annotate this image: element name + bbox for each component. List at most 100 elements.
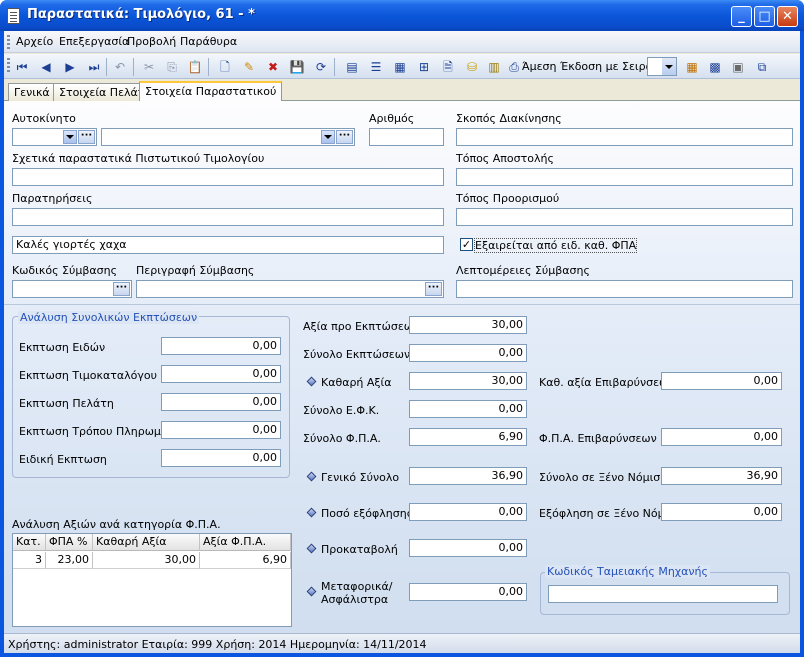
remarks-text-input[interactable]: Καλές γιορτές χαχα <box>12 236 444 254</box>
table-cell[interactable]: 6,90 <box>200 552 291 569</box>
advance-field[interactable]: 0,00 <box>409 539 527 557</box>
previous-record-icon[interactable]: ◀ <box>38 59 54 75</box>
grand-total-field[interactable]: 36,90 <box>409 467 527 485</box>
destination-input[interactable] <box>456 208 793 226</box>
discount-payment-input[interactable]: 0,00 <box>161 421 281 439</box>
delete-icon[interactable]: ✖ <box>265 59 281 75</box>
vehicle-name-select[interactable]: ··· <box>101 128 355 146</box>
cash-register-title: Κωδικός Ταμειακής Μηχανής <box>545 565 710 578</box>
status-bar: Χρήστης: administrator Εταιρία: 999 Χρήσ… <box>4 633 800 653</box>
discount-special-input[interactable]: 0,00 <box>161 449 281 467</box>
vat-exempt-checkbox[interactable]: ✓ <box>460 238 473 251</box>
title-bar[interactable]: Παραστατικά: Τιμολόγιο, 61 - * _ □ ✕ <box>0 0 804 31</box>
undo-icon[interactable]: ↶ <box>112 59 128 75</box>
dispatch-place-input[interactable] <box>456 168 793 186</box>
value-before-discount-field[interactable]: 30,00 <box>409 316 527 334</box>
document-icon[interactable]: 🗎 <box>440 59 456 75</box>
vat-analysis-table[interactable]: Κατ. ΦΠΑ % Καθαρή Αξία Αξία Φ.Π.Α. 3 23,… <box>12 533 292 627</box>
edit-document-icon[interactable]: ✎ <box>241 59 257 75</box>
tab-document-details[interactable]: Στοιχεία Παραστατικού <box>139 81 283 102</box>
menu-view[interactable]: Προβολή <box>127 35 176 48</box>
number-label: Αριθμός <box>369 112 415 125</box>
refresh-icon[interactable]: ⟳ <box>313 59 329 75</box>
section-divider <box>4 304 800 305</box>
discount-customer-input[interactable]: 0,00 <box>161 393 281 411</box>
freight-field[interactable]: 0,00 <box>409 583 527 601</box>
list-icon[interactable]: ☰ <box>368 59 384 75</box>
remarks-input[interactable] <box>12 208 444 226</box>
contract-code-label: Κωδικός Σύμβασης <box>12 264 118 277</box>
net-surcharges-field[interactable]: 0,00 <box>661 372 782 390</box>
menu-edit[interactable]: Επεξεργασία <box>59 35 129 48</box>
ellipsis-button[interactable]: ··· <box>336 130 353 144</box>
contract-details-input[interactable] <box>456 280 793 298</box>
minimize-button[interactable]: _ <box>731 6 752 27</box>
vat-analysis-title: Ανάλυση Αξιών ανά κατηγορία Φ.Π.Α. <box>12 518 221 531</box>
column-header-vat-rate[interactable]: ΦΠΑ % <box>46 534 93 551</box>
purpose-input[interactable] <box>456 128 793 146</box>
table-cell[interactable]: 23,00 <box>46 552 93 569</box>
column-header-net-value[interactable]: Καθαρή Αξία <box>93 534 200 551</box>
form-icon[interactable]: ▤ <box>344 59 360 75</box>
column-header-vat-value[interactable]: Αξία Φ.Π.Α. <box>200 534 291 551</box>
foreign-total-field[interactable]: 36,90 <box>661 467 782 485</box>
discount-pricelist-input[interactable]: 0,00 <box>161 365 281 383</box>
column-header-category[interactable]: Κατ. <box>13 534 46 551</box>
contract-desc-label: Περιγραφή Σύμβασης <box>136 264 255 277</box>
direct-issue-label: Άμεση Έκδοση με Σειρά: <box>522 60 657 73</box>
cut-icon[interactable]: ✂ <box>141 59 157 75</box>
maximize-button[interactable]: □ <box>754 6 775 27</box>
toolbar-separator <box>334 58 335 76</box>
diamond-icon <box>306 376 317 387</box>
discount-items-input[interactable]: 0,00 <box>161 337 281 355</box>
number-input[interactable] <box>369 128 444 146</box>
vehicle-code-select[interactable]: ··· <box>12 128 97 146</box>
copy-page-icon[interactable]: ⧉ <box>754 59 770 75</box>
chevron-down-icon[interactable] <box>662 58 676 75</box>
contract-desc-input[interactable]: ··· <box>136 280 444 298</box>
table-cell[interactable]: 30,00 <box>93 552 200 569</box>
vat-exempt-label[interactable]: Εξαιρείται από ειδ. καθ. ΦΠΑ <box>473 238 638 253</box>
ellipsis-button[interactable]: ··· <box>78 130 95 144</box>
excise-total-field[interactable]: 0,00 <box>409 400 527 418</box>
grid-icon[interactable]: ▦ <box>392 59 408 75</box>
total-discount-field[interactable]: 0,00 <box>409 344 527 362</box>
tab-general[interactable]: Γενικά <box>8 83 56 101</box>
copy-icon[interactable]: ⎘ <box>164 59 180 75</box>
table-icon[interactable]: ▩ <box>707 59 723 75</box>
foreign-paid-field[interactable]: 0,00 <box>661 503 782 521</box>
discount-pricelist-label: Εκπτωση Τιμοκαταλόγου <box>19 369 157 382</box>
paste-icon[interactable]: 📋 <box>187 59 203 75</box>
new-document-icon[interactable]: 🗋 <box>217 59 233 75</box>
direct-issue-series-select[interactable] <box>647 57 677 76</box>
chevron-down-icon[interactable] <box>63 130 77 144</box>
calculator-icon[interactable]: ▥ <box>486 59 502 75</box>
cash-register-input[interactable] <box>548 585 778 603</box>
print-icon[interactable]: ⎙ <box>506 59 522 75</box>
remarks-label: Παρατηρήσεις <box>12 192 93 205</box>
net-value-field[interactable]: 30,00 <box>409 372 527 390</box>
calendar-icon[interactable]: ▦ <box>684 59 700 75</box>
close-button[interactable]: ✕ <box>777 6 798 27</box>
related-docs-input[interactable] <box>12 168 444 186</box>
ellipsis-button[interactable]: ··· <box>113 282 130 296</box>
freight-label-line1: Μεταφορικά/ <box>321 580 393 593</box>
monitor-icon[interactable]: ▣ <box>730 59 746 75</box>
first-record-icon[interactable]: ⏮ <box>14 59 30 75</box>
destination-label: Τόπος Προορισμού <box>456 192 560 205</box>
table-cell[interactable]: 3 <box>13 552 46 569</box>
tab-strip: Γενικά Στοιχεία Πελάτη Στοιχεία Παραστατ… <box>4 81 800 102</box>
contract-code-input[interactable]: ··· <box>12 280 132 298</box>
paid-amount-field[interactable]: 0,00 <box>409 503 527 521</box>
menu-file[interactable]: Αρχείο <box>16 35 53 48</box>
menu-windows[interactable]: Παράθυρα <box>180 35 237 48</box>
coins-icon[interactable]: ⛁ <box>464 59 480 75</box>
next-record-icon[interactable]: ▶ <box>62 59 78 75</box>
last-record-icon[interactable]: ⏭ <box>86 59 102 75</box>
vat-surcharges-field[interactable]: 0,00 <box>661 428 782 446</box>
tree-icon[interactable]: ⊞ <box>416 59 432 75</box>
vat-total-field[interactable]: 6,90 <box>409 428 527 446</box>
save-icon[interactable]: 💾 <box>289 59 305 75</box>
ellipsis-button[interactable]: ··· <box>425 282 442 296</box>
chevron-down-icon[interactable] <box>321 130 335 144</box>
